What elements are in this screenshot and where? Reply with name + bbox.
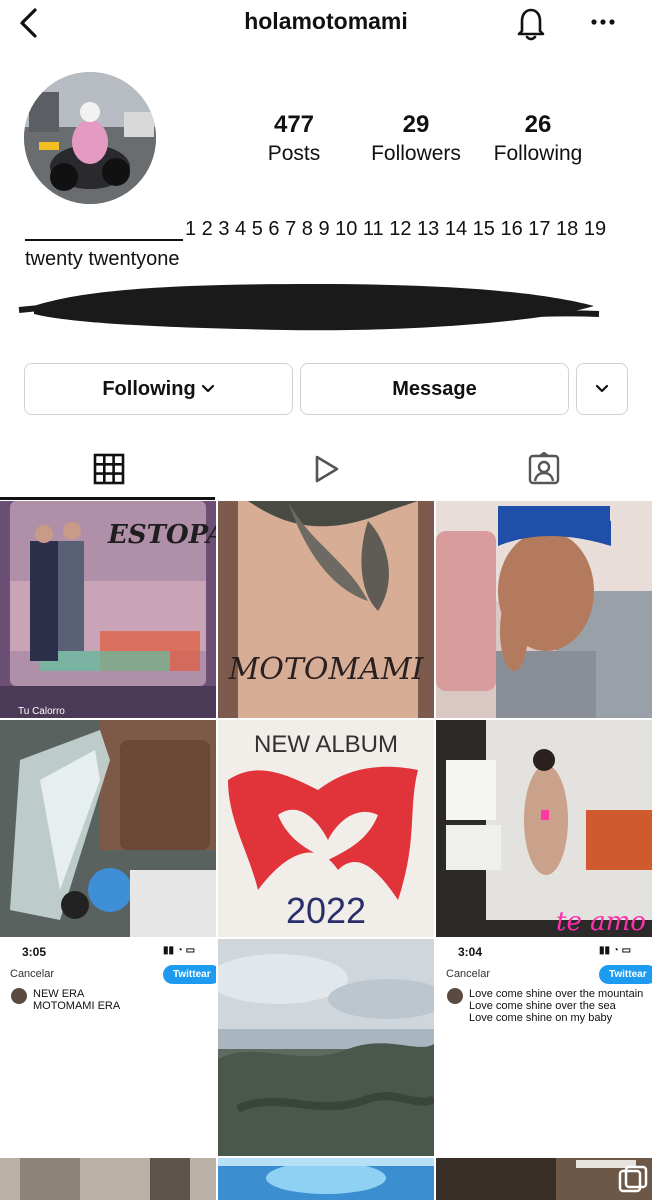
album-year: 2022	[286, 890, 366, 931]
bell-icon[interactable]	[512, 4, 550, 42]
status-time: 3:05	[22, 945, 47, 959]
active-tab-indicator	[0, 497, 215, 500]
tweet-button: Twittear	[599, 965, 652, 984]
post-tile[interactable]: 3:05 ▮▮ ◔ ▭ Cancelar Twittear NEW ERA MO…	[0, 939, 216, 1156]
tweet-text: NEW ERA MOTOMAMI ERA	[33, 988, 121, 1012]
posts-count[interactable]: 477 Posts	[229, 110, 359, 168]
bio-underline	[25, 220, 183, 241]
bio-numbers: 1 2 3 4 5 6 7 8 9 10 11 12 13 14 15 16 1…	[185, 218, 607, 240]
album-title: NEW ALBUM	[254, 731, 398, 758]
posts-value: 477	[273, 111, 315, 138]
bio-line-1: 1 2 3 4 5 6 7 8 9 10 11 12 13 14 15 16 1…	[25, 218, 606, 241]
following-button[interactable]: Following	[24, 363, 293, 415]
tagged-icon	[528, 452, 559, 485]
tweet-avatar	[11, 988, 27, 1004]
post-tile[interactable]	[0, 720, 216, 937]
followers-count[interactable]: 29 Followers	[351, 110, 481, 168]
status-icons: ▮▮ ◔ ▭	[163, 945, 196, 956]
following-value: 26	[524, 111, 552, 138]
status-time: 3:04	[458, 945, 483, 959]
tweet-text: Love come shine over the mountain Love c…	[469, 988, 644, 1024]
tab-tagged[interactable]	[435, 438, 652, 500]
tweet-avatar	[447, 988, 463, 1004]
post-caption: Tu Calorro	[18, 706, 65, 717]
post-tile[interactable]: MOTOMAMI	[218, 501, 434, 718]
reels-icon	[315, 455, 339, 483]
post-tile[interactable]: 3:04 ▮▮ ◔ ▭ Cancelar Twittear Love come …	[436, 939, 652, 1156]
posts-label: Posts	[267, 142, 321, 165]
post-tile[interactable]	[0, 1158, 216, 1200]
message-button-label: Message	[392, 377, 477, 400]
grid-icon	[93, 453, 124, 485]
post-tile[interactable]: NEW ALBUM 2022	[218, 720, 434, 937]
message-button[interactable]: Message	[300, 363, 569, 415]
post-tile[interactable]: te amo	[436, 720, 652, 937]
following-label: Following	[493, 142, 583, 165]
profile-username: holamotomami	[244, 8, 408, 34]
tweet-cancel: Cancelar	[10, 968, 55, 980]
chevron-down-icon	[595, 384, 609, 393]
avatar[interactable]	[24, 72, 156, 204]
top-bar: holamotomami	[0, 0, 652, 46]
tattoo-text: MOTOMAMI	[228, 652, 425, 687]
tab-reels[interactable]	[217, 438, 435, 500]
post-tile[interactable]	[436, 1158, 652, 1200]
post-tile[interactable]	[218, 939, 434, 1156]
tweet-button: Twittear	[163, 965, 216, 984]
post-tile[interactable]	[218, 1158, 434, 1200]
tab-grid[interactable]	[0, 438, 217, 500]
chevron-down-icon	[201, 384, 214, 393]
status-icons: ▮▮ ◔ ▭	[599, 945, 632, 956]
followers-value: 29	[402, 111, 430, 138]
sticker-text: te amo	[556, 907, 646, 937]
tweet-cancel: Cancelar	[446, 968, 491, 980]
more-horizontal-icon[interactable]	[588, 10, 618, 34]
estopa-logo: ESTOPA	[107, 520, 216, 550]
following-count[interactable]: 26 Following	[473, 110, 603, 168]
post-tile[interactable]	[436, 501, 652, 718]
following-button-label: Following	[102, 377, 196, 400]
followers-label: Followers	[371, 142, 461, 165]
bio-line-2: twenty twentyone	[25, 248, 180, 270]
suggested-accounts-button[interactable]	[576, 363, 628, 415]
redaction-scribble	[18, 284, 600, 331]
post-tile[interactable]: ESTOPA Tu Calorro	[0, 501, 216, 718]
profile-tabs	[0, 438, 652, 500]
